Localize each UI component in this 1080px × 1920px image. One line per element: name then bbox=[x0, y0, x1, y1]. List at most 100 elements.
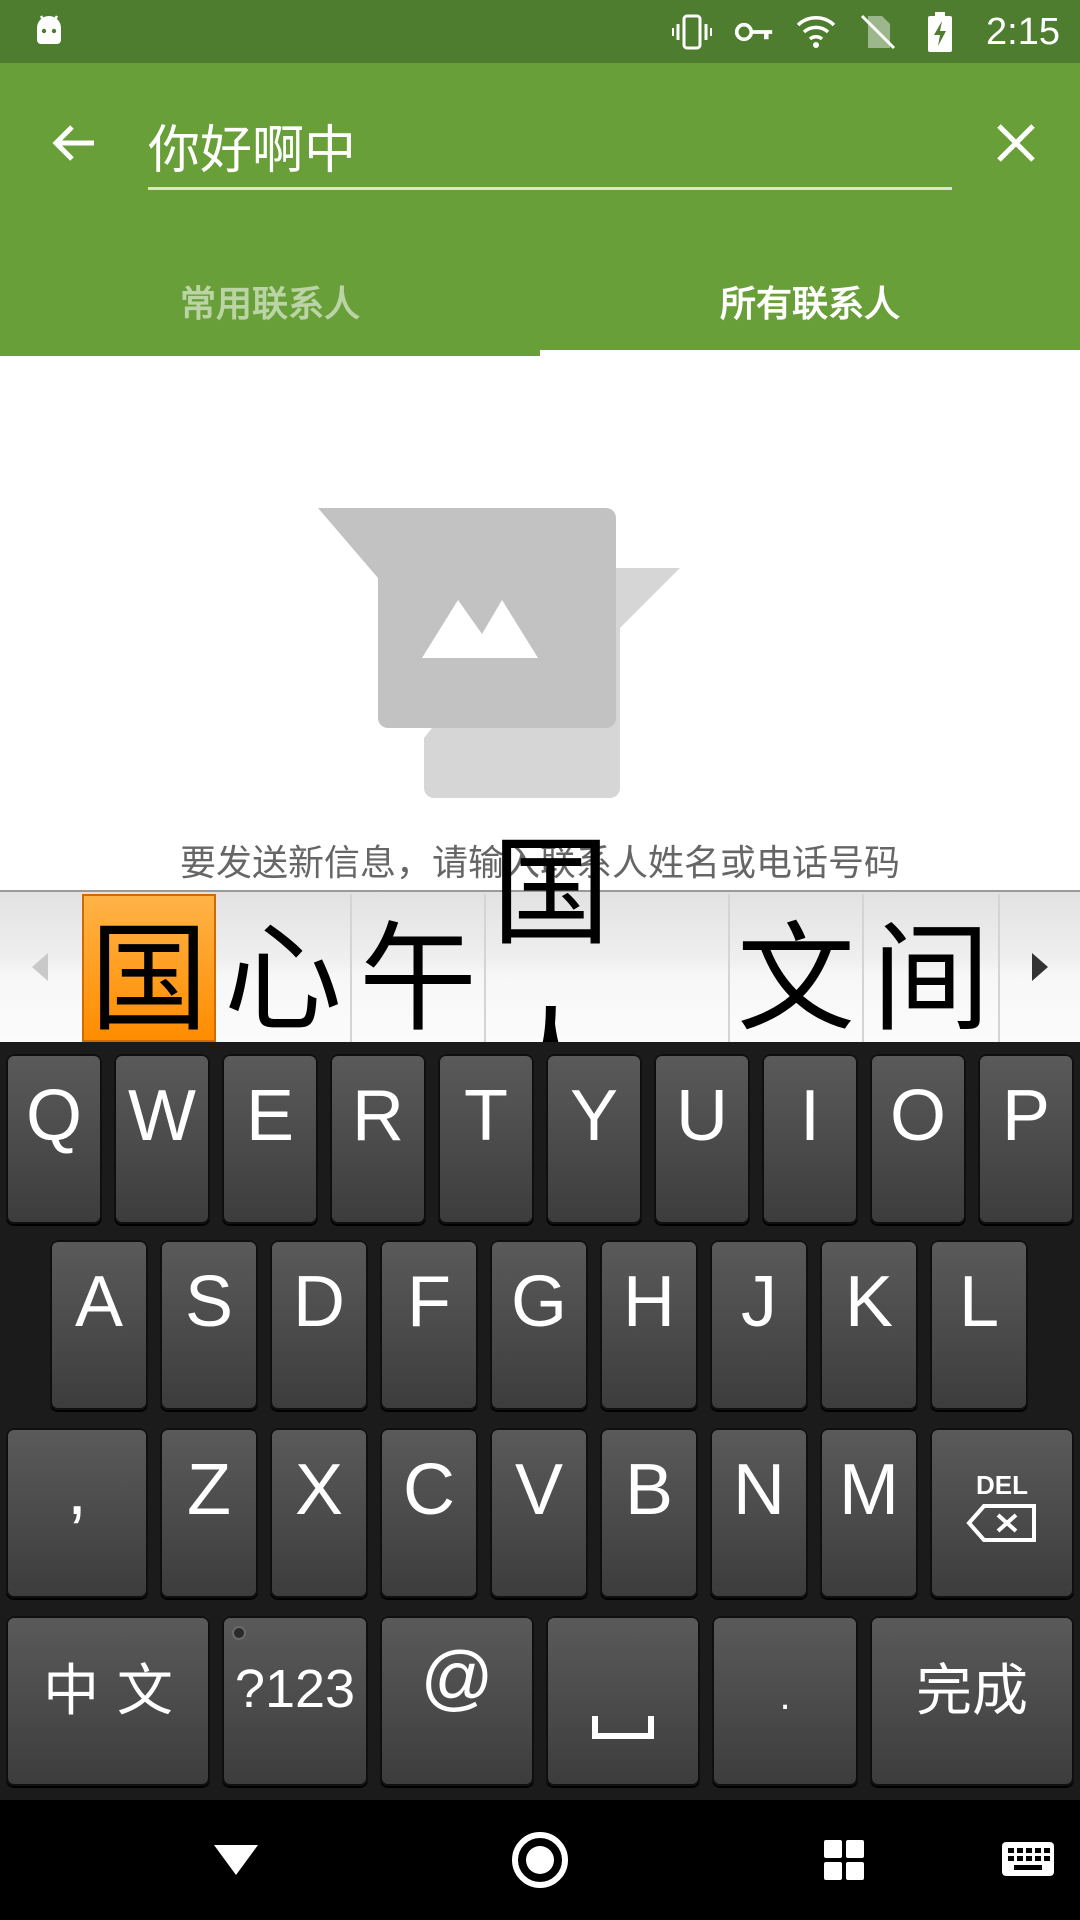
key-label: H bbox=[623, 1262, 675, 1342]
key-label: T bbox=[464, 1076, 508, 1156]
candidate-list: 国 心 午 国人 文 间 bbox=[82, 824, 1000, 1133]
key-label: Q bbox=[25, 1076, 82, 1156]
key-f[interactable]: F bbox=[380, 1240, 478, 1410]
key-a[interactable]: A bbox=[50, 1240, 148, 1410]
key-c[interactable]: C bbox=[380, 1428, 478, 1598]
back-button[interactable] bbox=[36, 105, 112, 181]
key-label: I bbox=[799, 1076, 820, 1156]
candidate-item[interactable]: 文 bbox=[730, 894, 864, 1048]
key-symbols[interactable]: ?123 bbox=[222, 1616, 368, 1786]
key-v[interactable]: V bbox=[490, 1428, 588, 1598]
candidate-item[interactable]: 心 bbox=[216, 894, 352, 1048]
key-l[interactable]: L bbox=[930, 1240, 1028, 1410]
key-at[interactable]: @ bbox=[380, 1616, 534, 1786]
key-q[interactable]: Q bbox=[6, 1054, 102, 1224]
key-label: O bbox=[889, 1076, 946, 1156]
candidate-item[interactable]: 国人 bbox=[486, 824, 730, 1133]
recipient-search-input[interactable] bbox=[148, 103, 952, 187]
navigation-bar bbox=[0, 1800, 1080, 1920]
nav-recents-button[interactable] bbox=[804, 1820, 884, 1900]
key-done[interactable]: 完成 bbox=[870, 1616, 1074, 1786]
key-label: D bbox=[293, 1262, 345, 1342]
no-sim-icon bbox=[858, 12, 898, 52]
candidate-item[interactable]: 间 bbox=[864, 894, 1000, 1048]
key-label: U bbox=[676, 1076, 728, 1156]
key-label: L bbox=[958, 1262, 1000, 1342]
key-r[interactable]: R bbox=[330, 1054, 426, 1224]
arrow-right-icon bbox=[1032, 953, 1048, 981]
key-label: B bbox=[624, 1450, 674, 1530]
key-y[interactable]: Y bbox=[546, 1054, 642, 1224]
clear-button[interactable] bbox=[978, 105, 1054, 181]
vibrate-icon bbox=[672, 12, 713, 52]
key-label: 中 文 bbox=[43, 1659, 173, 1724]
key-label: F bbox=[407, 1262, 451, 1342]
nav-home-button[interactable] bbox=[500, 1820, 580, 1900]
key-period[interactable]: . bbox=[712, 1616, 858, 1786]
space-bar-icon bbox=[592, 1716, 654, 1739]
wifi-icon bbox=[796, 12, 836, 52]
key-x[interactable]: X bbox=[270, 1428, 368, 1598]
key-space[interactable] bbox=[546, 1616, 700, 1786]
ime-candidate-bar: 国 心 午 国人 文 间 bbox=[0, 824, 1080, 1133]
search-underline bbox=[148, 187, 952, 190]
key-g[interactable]: G bbox=[490, 1240, 588, 1410]
key-j[interactable]: J bbox=[710, 1240, 808, 1410]
nav-keyboard-button[interactable] bbox=[988, 1820, 1068, 1900]
key-w[interactable]: W bbox=[114, 1054, 210, 1224]
key-d[interactable]: D bbox=[270, 1240, 368, 1410]
key-comma[interactable]: , bbox=[6, 1428, 148, 1598]
key-delete[interactable]: DEL bbox=[930, 1428, 1074, 1598]
key-label: K bbox=[844, 1262, 894, 1342]
screen: 2:15 常用联系人 所有联系人 bbox=[0, 0, 1080, 1920]
key-label: M bbox=[839, 1450, 899, 1530]
key-o[interactable]: O bbox=[870, 1054, 966, 1224]
battery-charging-icon bbox=[920, 12, 960, 52]
status-bar: 2:15 bbox=[0, 0, 1080, 63]
key-t[interactable]: T bbox=[438, 1054, 534, 1224]
app-bar: 常用联系人 所有联系人 bbox=[0, 63, 1080, 356]
arrow-back-icon bbox=[52, 125, 94, 161]
soft-keyboard: Q W E R T Y U I O P A S D F G H J K L , … bbox=[0, 1042, 1080, 1800]
candidate-item[interactable]: 国 bbox=[82, 894, 216, 1048]
key-language-switch[interactable]: 中 文 bbox=[6, 1616, 210, 1786]
key-label: Z bbox=[187, 1450, 231, 1530]
key-k[interactable]: K bbox=[820, 1240, 918, 1410]
close-icon bbox=[997, 124, 1035, 162]
candidate-next-button[interactable] bbox=[1000, 892, 1080, 1042]
key-label: S bbox=[184, 1262, 234, 1342]
key-b[interactable]: B bbox=[600, 1428, 698, 1598]
backspace-icon bbox=[966, 1504, 1036, 1542]
key-label: . bbox=[779, 1674, 791, 1718]
key-label: DEL bbox=[976, 1470, 1028, 1500]
key-i[interactable]: I bbox=[762, 1054, 858, 1224]
status-time: 2:15 bbox=[986, 10, 1060, 53]
candidate-item[interactable]: 午 bbox=[352, 894, 486, 1048]
key-label: P bbox=[1001, 1076, 1051, 1156]
key-e[interactable]: E bbox=[222, 1054, 318, 1224]
key-label: X bbox=[294, 1450, 344, 1530]
key-z[interactable]: Z bbox=[160, 1428, 258, 1598]
vpn-key-icon bbox=[734, 12, 774, 52]
nav-back-button[interactable] bbox=[196, 1820, 276, 1900]
key-m[interactable]: M bbox=[820, 1428, 918, 1598]
android-icon bbox=[37, 15, 61, 44]
contact-tabs: 常用联系人 所有联系人 bbox=[0, 245, 1080, 356]
key-label: V bbox=[514, 1450, 564, 1530]
arrow-left-icon bbox=[32, 953, 48, 981]
key-h[interactable]: H bbox=[600, 1240, 698, 1410]
key-u[interactable]: U bbox=[654, 1054, 750, 1224]
key-label: C bbox=[403, 1450, 455, 1530]
key-label: @ bbox=[420, 1638, 494, 1718]
key-label: 完成 bbox=[916, 1659, 1028, 1724]
status-icons: 2:15 bbox=[672, 8, 1060, 56]
key-hint-dot bbox=[232, 1626, 246, 1640]
key-label: ?123 bbox=[234, 1659, 356, 1719]
key-s[interactable]: S bbox=[160, 1240, 258, 1410]
key-p[interactable]: P bbox=[978, 1054, 1074, 1224]
tab-frequent-contacts[interactable]: 常用联系人 bbox=[0, 245, 540, 356]
recents-grid-icon bbox=[824, 1840, 864, 1880]
tab-all-contacts[interactable]: 所有联系人 bbox=[540, 245, 1080, 356]
candidate-prev-button[interactable] bbox=[0, 892, 80, 1042]
key-n[interactable]: N bbox=[710, 1428, 808, 1598]
